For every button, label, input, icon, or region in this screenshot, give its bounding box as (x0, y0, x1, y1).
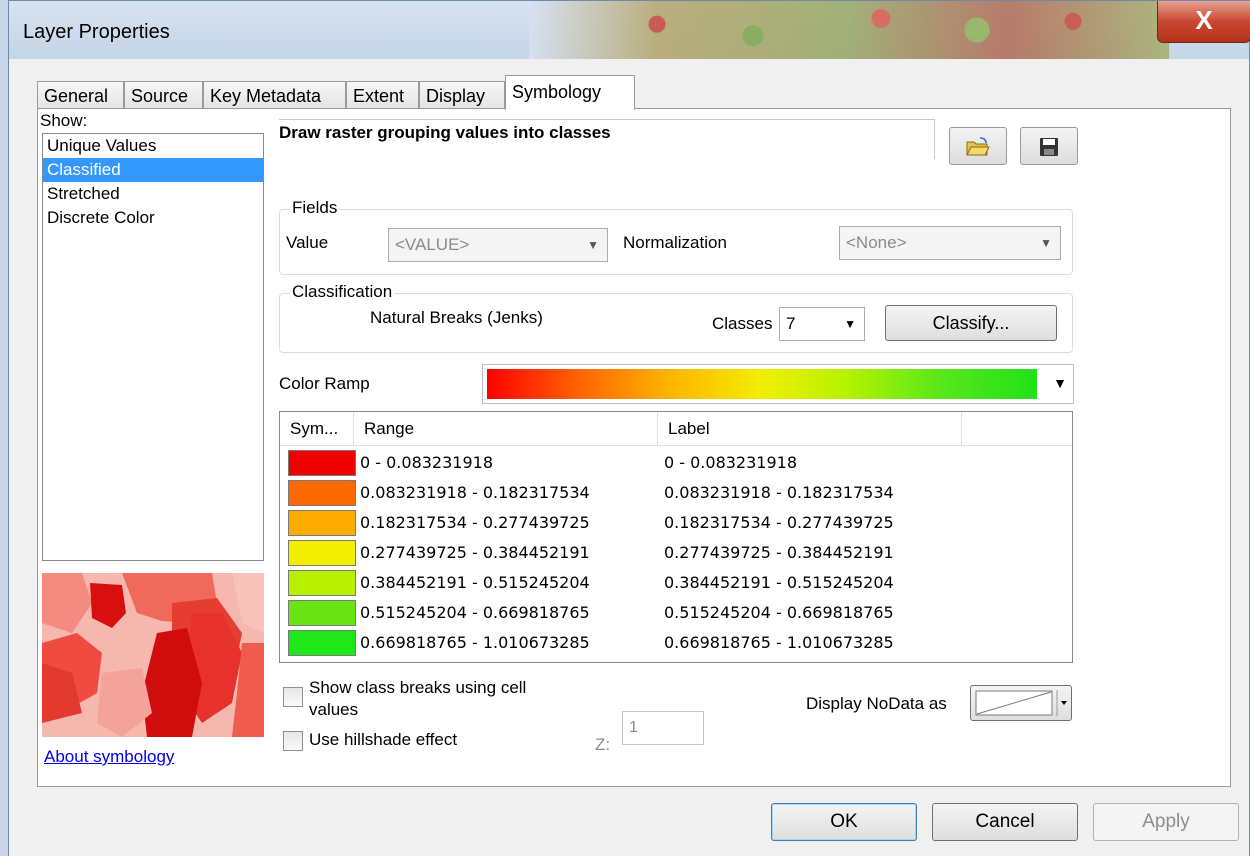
class-range[interactable]: 0.182317534 - 0.277439725 (360, 508, 590, 538)
folder-open-icon (966, 136, 990, 156)
show-item-discrete-color[interactable]: Discrete Color (43, 206, 263, 230)
normalization-selected: <None> (846, 233, 907, 252)
nodata-swatch-icon (975, 690, 1067, 716)
class-color-swatch[interactable] (288, 630, 356, 656)
show-item-stretched[interactable]: Stretched (43, 182, 263, 206)
save-disk-icon (1040, 137, 1058, 156)
classes-select[interactable]: 7 ▼ (779, 307, 865, 341)
class-color-swatch[interactable] (288, 480, 356, 506)
class-range[interactable]: 0.515245204 - 0.669818765 (360, 598, 590, 628)
show-class-breaks-line1: Show class breaks using cell (309, 678, 527, 697)
show-class-breaks-line2: values (309, 700, 359, 719)
classification-method: Natural Breaks (Jenks) (370, 308, 543, 327)
tab-source[interactable]: Source (124, 81, 203, 109)
z-factor-input[interactable]: 1 (622, 711, 704, 745)
class-range[interactable]: 0.669818765 - 1.010673285 (360, 628, 590, 658)
layer-properties-window: Layer Properties X General Source Key Me… (8, 0, 1250, 856)
nodata-label: Display NoData as (806, 694, 947, 713)
tab-symbology[interactable]: Symbology (505, 75, 635, 110)
class-color-swatch[interactable] (288, 510, 356, 536)
chevron-down-icon: ▼ (587, 238, 599, 252)
class-color-swatch[interactable] (288, 570, 356, 596)
show-class-breaks-label: Show class breaks using cell values (309, 677, 526, 721)
header-range[interactable]: Range (354, 412, 658, 445)
show-label: Show: (40, 111, 88, 130)
classes-label: Classes (712, 314, 773, 333)
window-title: Layer Properties (23, 21, 170, 43)
normalization-label: Normalization (623, 233, 727, 252)
color-ramp-label: Color Ramp (279, 374, 370, 393)
tab-general[interactable]: General (37, 81, 124, 109)
table-row[interactable]: 0 - 0.083231918 0 - 0.083231918 (280, 448, 1072, 478)
class-range[interactable]: 0.277439725 - 0.384452191 (360, 538, 590, 568)
color-ramp-select[interactable]: ▼ (482, 364, 1074, 404)
class-label[interactable]: 0.669818765 - 1.010673285 (664, 628, 894, 658)
show-item-unique-values[interactable]: Unique Values (43, 134, 263, 158)
tab-extent[interactable]: Extent (346, 81, 419, 109)
background-map-art (529, 1, 1169, 59)
table-row[interactable]: 0.182317534 - 0.277439725 0.182317534 - 0… (280, 508, 1072, 538)
classification-group: Classification Natural Breaks (Jenks) Cl… (279, 282, 1073, 353)
tab-key-metadata[interactable]: Key Metadata (203, 81, 346, 109)
apply-button[interactable]: Apply (1093, 803, 1239, 841)
table-row[interactable]: 0.669818765 - 1.010673285 0.669818765 - 1… (280, 628, 1072, 658)
close-icon: X (1195, 5, 1213, 35)
dialog-body: General Source Key Metadata Extent Displ… (9, 59, 1249, 856)
ok-button[interactable]: OK (771, 803, 917, 841)
class-label[interactable]: 0.515245204 - 0.669818765 (664, 598, 894, 628)
class-range[interactable]: 0.083231918 - 0.182317534 (360, 478, 590, 508)
show-item-classified[interactable]: Classified (43, 158, 263, 182)
classify-button[interactable]: Classify... (885, 305, 1057, 341)
class-table[interactable]: Sym... Range Label 0 - 0.083231918 0 - 0.… (279, 411, 1073, 663)
value-field-select[interactable]: <VALUE> ▼ (388, 228, 608, 262)
fields-group: Fields Value <VALUE> ▼ Normalization <No… (279, 198, 1073, 275)
table-row[interactable]: 0.083231918 - 0.182317534 0.083231918 - 0… (280, 478, 1072, 508)
color-ramp-swatch (487, 369, 1037, 399)
renderer-description: Draw raster grouping values into classes (279, 119, 935, 159)
table-row[interactable]: 0.384452191 - 0.515245204 0.384452191 - 0… (280, 568, 1072, 598)
chevron-down-icon: ▼ (844, 317, 856, 331)
class-table-header: Sym... Range Label (280, 412, 1072, 446)
class-label[interactable]: 0.384452191 - 0.515245204 (664, 568, 894, 598)
header-symbol[interactable]: Sym... (280, 412, 354, 445)
header-label[interactable]: Label (658, 412, 962, 445)
nodata-color-picker[interactable] (970, 685, 1072, 721)
hillshade-checkbox[interactable] (283, 731, 303, 751)
class-color-swatch[interactable] (288, 540, 356, 566)
value-label: Value (286, 233, 329, 252)
open-layer-file-button[interactable] (949, 127, 1007, 165)
tab-display[interactable]: Display (419, 81, 505, 109)
class-range[interactable]: 0.384452191 - 0.515245204 (360, 568, 590, 598)
normalization-select[interactable]: <None> ▼ (839, 226, 1061, 260)
hillshade-label: Use hillshade effect (309, 730, 458, 749)
value-field-selected: <VALUE> (395, 235, 470, 254)
chevron-down-icon: ▼ (1053, 375, 1067, 391)
class-range[interactable]: 0 - 0.083231918 (360, 448, 493, 478)
symbology-preview-image (42, 573, 264, 737)
table-row[interactable]: 0.277439725 - 0.384452191 0.277439725 - 0… (280, 538, 1072, 568)
symbology-panel: Show: Unique Values Classified Stretched… (37, 108, 1231, 787)
class-label[interactable]: 0.277439725 - 0.384452191 (664, 538, 894, 568)
classes-selected: 7 (786, 314, 796, 333)
classification-legend: Classification (290, 282, 395, 302)
class-label[interactable]: 0.083231918 - 0.182317534 (664, 478, 894, 508)
close-button[interactable]: X (1157, 1, 1250, 43)
class-label[interactable]: 0 - 0.083231918 (664, 448, 797, 478)
save-layer-file-button[interactable] (1020, 127, 1078, 165)
chevron-down-icon: ▼ (1040, 236, 1052, 250)
class-color-swatch[interactable] (288, 600, 356, 626)
about-symbology-link[interactable]: About symbology (44, 747, 174, 767)
class-label[interactable]: 0.182317534 - 0.277439725 (664, 508, 894, 538)
cancel-button[interactable]: Cancel (932, 803, 1078, 841)
show-class-breaks-checkbox[interactable] (283, 687, 303, 707)
show-list[interactable]: Unique Values Classified Stretched Discr… (42, 133, 264, 561)
z-label: Z: (595, 735, 611, 754)
fields-legend: Fields (290, 198, 340, 218)
class-color-swatch[interactable] (288, 450, 356, 476)
table-row[interactable]: 0.515245204 - 0.669818765 0.515245204 - 0… (280, 598, 1072, 628)
